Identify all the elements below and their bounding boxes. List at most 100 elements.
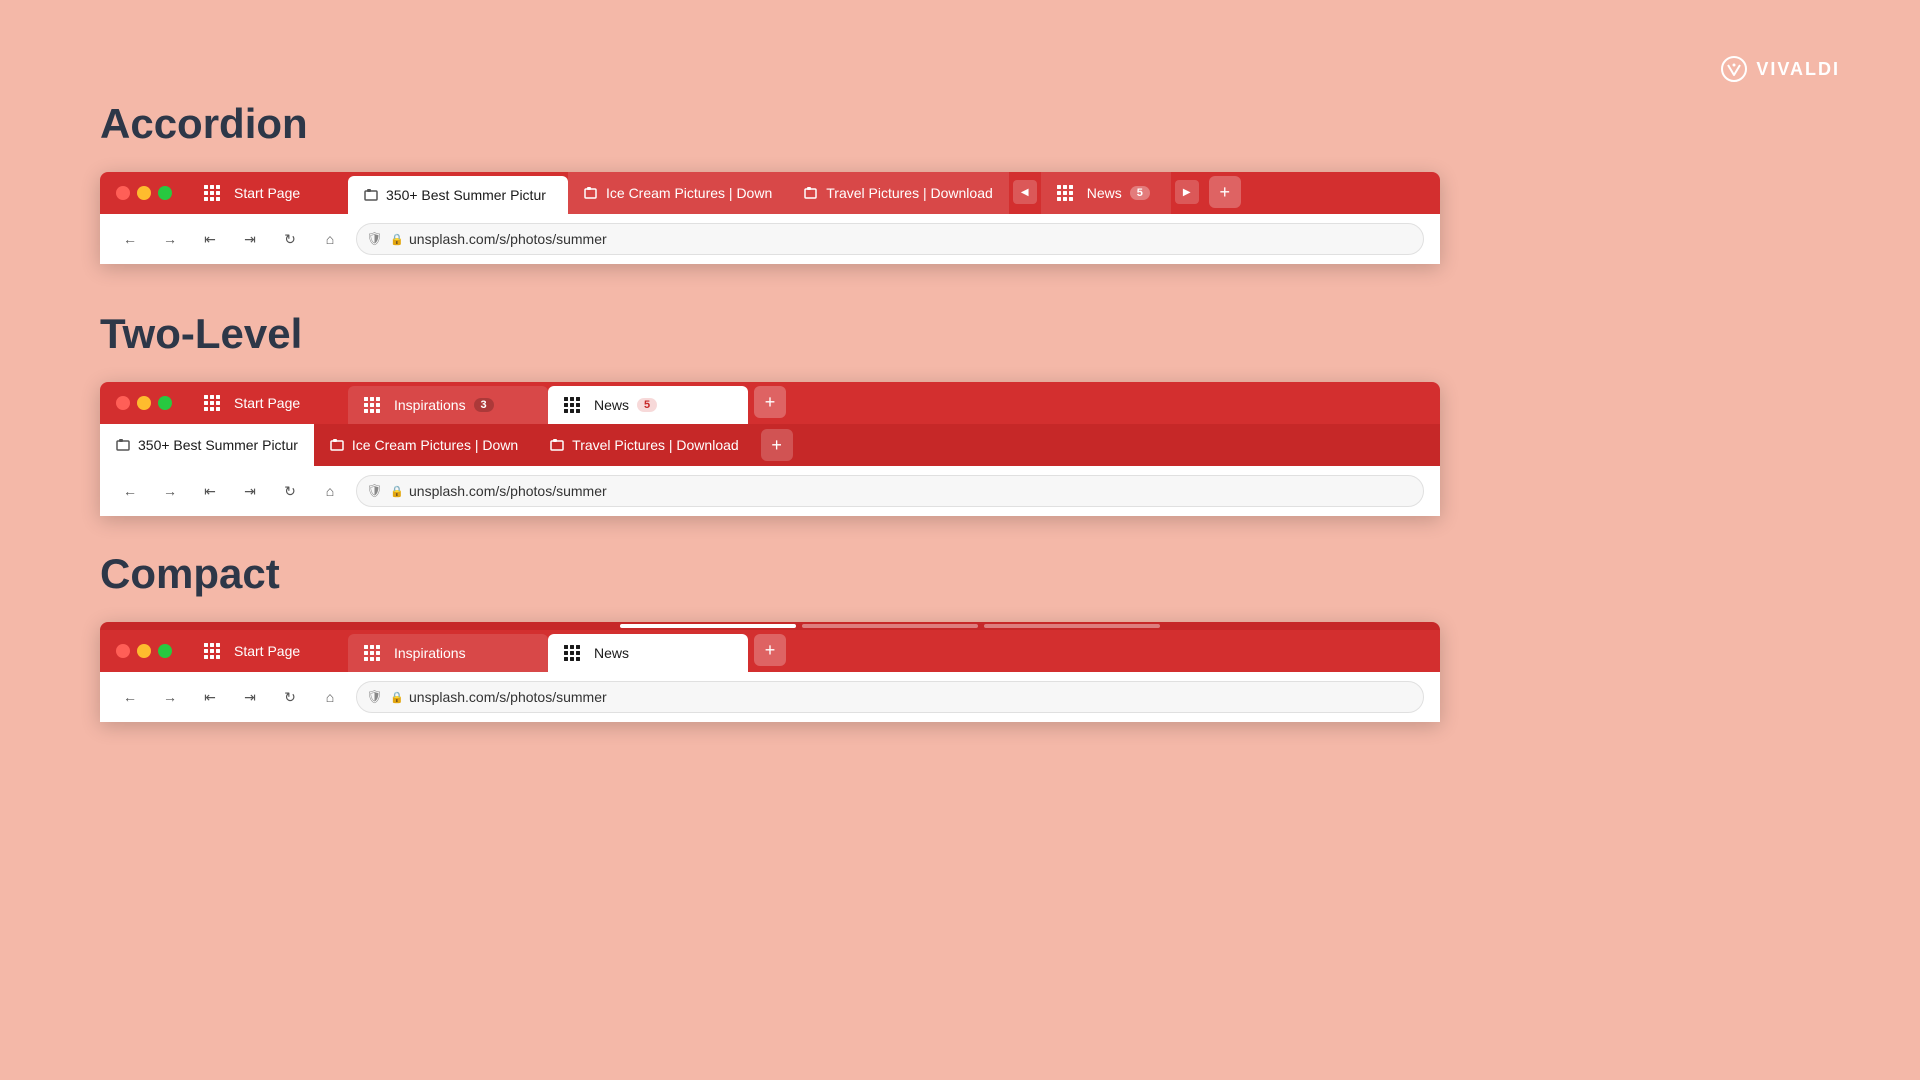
address-input-2[interactable]: unsplash.com/s/photos/summer	[356, 475, 1424, 507]
inspirations-label: Inspirations	[394, 397, 466, 413]
close-button[interactable]	[116, 186, 130, 200]
inspirations-badge: 3	[474, 398, 494, 412]
tab-icecream-2[interactable]: Ice Cream Pictures | Down	[314, 424, 534, 466]
news-badge-2: 5	[637, 398, 657, 412]
max-btn-2[interactable]	[158, 396, 172, 410]
reload-button[interactable]: ↻	[276, 225, 304, 253]
indicator-2	[802, 624, 978, 628]
compact-inspirations-tab[interactable]: Inspirations	[348, 634, 548, 672]
address-input[interactable]: unsplash.com/s/photos/summer	[356, 223, 1424, 255]
favicon-summer-2	[116, 438, 130, 452]
home-button-2[interactable]: ⌂	[316, 477, 344, 505]
home-button-3[interactable]: ⌂	[316, 683, 344, 711]
close-btn-2[interactable]	[116, 396, 130, 410]
address-wrapper-3: 🛡 🔒 unsplash.com/s/photos/summer	[356, 681, 1424, 713]
tab-news-group-selected[interactable]: News 5	[548, 386, 748, 424]
skip-back-button-2[interactable]: ⇤	[196, 477, 224, 505]
accordion-tab-bar: Start Page 350+ Best Summer Pictur Ice C…	[100, 172, 1440, 214]
compact-browser: Start Page Inspirations News	[100, 622, 1440, 722]
compact-start-tab[interactable]: Start Page	[188, 630, 348, 672]
stack-icon	[584, 186, 598, 200]
skip-forward-button-3[interactable]: ⇥	[236, 683, 264, 711]
two-level-start-tab[interactable]: Start Page	[188, 382, 348, 424]
address-wrapper-2: 🛡 🔒 unsplash.com/s/photos/summer	[356, 475, 1424, 507]
compact-traffic-lights	[100, 630, 188, 672]
tab-travel[interactable]: Travel Pictures | Download	[788, 172, 1009, 214]
add-tab-btn-bottom[interactable]: +	[761, 429, 793, 461]
favicon-travel-2	[550, 438, 564, 452]
two-level-title: Two-Level	[100, 310, 1920, 358]
forward-button-2[interactable]: →	[156, 477, 184, 505]
tab-inspirations-group[interactable]: Inspirations 3	[348, 386, 548, 424]
two-level-browser: Start Page Inspirations 3 News	[100, 382, 1440, 516]
add-tab-button[interactable]: +	[1209, 176, 1241, 208]
home-button[interactable]: ⌂	[316, 225, 344, 253]
tab-travel-label: Travel Pictures | Download	[826, 185, 993, 201]
accordion-title: Accordion	[100, 100, 1920, 148]
accordion-section: Accordion Start Page	[100, 100, 1920, 264]
min-btn-3[interactable]	[137, 644, 151, 658]
accordion-browser: Start Page 350+ Best Summer Pictur Ice C…	[100, 172, 1440, 264]
tab-icecream-label: Ice Cream Pictures | Down	[606, 185, 772, 201]
close-btn-3[interactable]	[116, 644, 130, 658]
back-button-2[interactable]: ←	[116, 477, 144, 505]
vivaldi-logo: VIVALDI	[1720, 55, 1840, 83]
stack-icon-travel	[804, 186, 818, 200]
tab-favicon	[364, 188, 378, 202]
compact-indicators	[100, 622, 1440, 630]
apps-icon	[204, 185, 220, 201]
news-badge: 5	[1130, 186, 1150, 200]
favicon-icecream-2	[330, 438, 344, 452]
shield-icon: 🛡	[366, 231, 383, 247]
reload-button-3[interactable]: ↻	[276, 683, 304, 711]
inspirations-icon-3	[364, 645, 380, 661]
tab-icecream[interactable]: Ice Cream Pictures | Down	[568, 172, 788, 214]
tab-summer[interactable]: 350+ Best Summer Pictur	[348, 176, 568, 214]
skip-forward-button[interactable]: ⇥	[236, 225, 264, 253]
two-level-bottom-bar: 350+ Best Summer Pictur Ice Cream Pictur…	[100, 424, 1440, 466]
two-level-traffic-lights	[100, 382, 188, 424]
compact-news-tab[interactable]: News	[548, 634, 748, 672]
back-button[interactable]: ←	[116, 225, 144, 253]
start-page-label: Start Page	[234, 185, 300, 201]
apps-icon-2	[204, 395, 220, 411]
news-icon-2	[564, 397, 580, 413]
skip-forward-button-2[interactable]: ⇥	[236, 477, 264, 505]
skip-back-button-3[interactable]: ⇤	[196, 683, 224, 711]
start-label-3: Start Page	[234, 643, 300, 659]
start-label-2: Start Page	[234, 395, 300, 411]
forward-button[interactable]: →	[156, 225, 184, 253]
summer-label-2: 350+ Best Summer Pictur	[138, 437, 298, 453]
back-button-3[interactable]: ←	[116, 683, 144, 711]
address-input-3[interactable]: unsplash.com/s/photos/summer	[356, 681, 1424, 713]
collapse-arrow[interactable]: ◀	[1013, 180, 1037, 204]
reload-button-2[interactable]: ↻	[276, 477, 304, 505]
forward-button-3[interactable]: →	[156, 683, 184, 711]
tab-news[interactable]: News 5	[1041, 172, 1171, 214]
maximize-button[interactable]	[158, 186, 172, 200]
apps-icon-3	[204, 643, 220, 659]
inspirations-label-3: Inspirations	[394, 645, 466, 661]
expand-arrow[interactable]: ▶	[1175, 180, 1199, 204]
compact-title: Compact	[100, 550, 1920, 598]
max-btn-3[interactable]	[158, 644, 172, 658]
compact-section: Compact Start Page	[100, 550, 1920, 722]
inspirations-icon	[364, 397, 380, 413]
two-level-address-bar: ← → ⇤ ⇥ ↻ ⌂ 🛡 🔒 unsplash.com/s/photos/su…	[100, 466, 1440, 516]
address-wrapper: 🛡 🔒 unsplash.com/s/photos/summer	[356, 223, 1424, 255]
tab-travel-2[interactable]: Travel Pictures | Download	[534, 424, 755, 466]
indicator-1	[620, 624, 796, 628]
skip-back-button[interactable]: ⇤	[196, 225, 224, 253]
tab-start-page[interactable]: Start Page	[188, 172, 348, 214]
compact-tab-bar: Start Page Inspirations News	[100, 630, 1440, 672]
add-tab-btn-3[interactable]: +	[754, 634, 786, 666]
add-tab-btn-2[interactable]: +	[754, 386, 786, 418]
min-btn-2[interactable]	[137, 396, 151, 410]
minimize-button[interactable]	[137, 186, 151, 200]
tab-summer-2[interactable]: 350+ Best Summer Pictur	[100, 424, 314, 466]
traffic-lights	[100, 172, 188, 214]
lock-icon: 🔒	[390, 233, 404, 246]
news-label-2: News	[594, 397, 629, 413]
indicator-3	[984, 624, 1160, 628]
two-level-top-bar: Start Page Inspirations 3 News	[100, 382, 1440, 424]
